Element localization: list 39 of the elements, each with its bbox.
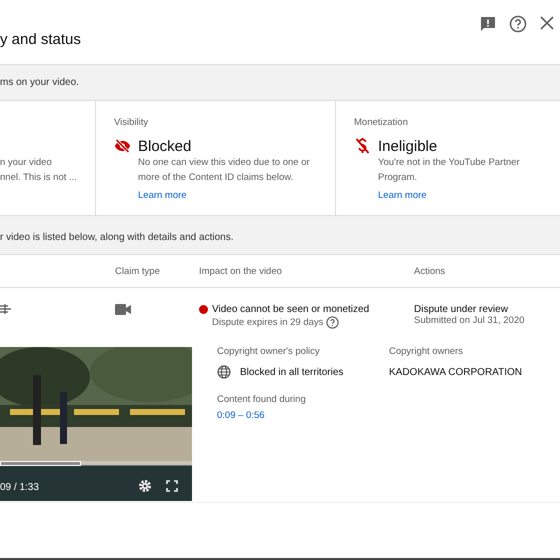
column-header: Impact on the video (199, 266, 283, 276)
column-header: Claim type (115, 266, 161, 276)
card-description: n your video (0, 156, 53, 170)
column-header: Actions (414, 266, 446, 276)
field-label: Copyright owners (389, 346, 464, 357)
progress-bar[interactable] (0, 461, 192, 466)
impact-text: Video cannot be seen or monetized (212, 304, 370, 315)
owner-name: KADOKAWA CORPORATION (389, 367, 523, 378)
field-label: Copyright owner's policy (217, 346, 321, 357)
video-player[interactable]: 09 / 1:33 (0, 347, 192, 501)
banner-text: ms on your video. (0, 77, 79, 88)
time-display: 09 / 1:33 (0, 482, 39, 493)
policy-text: Blocked in all territories (240, 366, 344, 378)
card-label: Visibility (114, 117, 150, 129)
eye-off-icon (114, 138, 131, 154)
help-icon[interactable] (326, 316, 340, 329)
learn-more-link[interactable]: Learn more (138, 190, 187, 201)
timestamp-link[interactable]: 0:09 – 0:56 (217, 410, 265, 421)
card-description: You're not in the YouTube Partner Program. (378, 156, 521, 185)
globe-icon (217, 365, 231, 379)
dialog-title: y and status (0, 31, 81, 49)
learn-more-link[interactable]: Learn more (378, 190, 427, 201)
card-heading: Ineligible (378, 138, 438, 154)
help-icon[interactable] (509, 15, 527, 33)
dollar-off-icon (354, 137, 371, 155)
card-description: No one can view this video due to one or more of the Content ID claims below. (138, 156, 311, 185)
action-status: Dispute under review (414, 304, 509, 315)
card-heading: Blocked (138, 138, 192, 154)
video-camera-icon (115, 304, 131, 315)
fullscreen-icon[interactable] (166, 480, 178, 492)
banner-text: r video is listed below, along with details and actions. (0, 232, 234, 242)
feedback-icon[interactable] (479, 15, 497, 33)
card-description: nnel. This is not ... (0, 171, 78, 185)
card-label: Monetization (354, 117, 409, 129)
field-label: Content found during (217, 394, 307, 405)
close-icon[interactable] (539, 15, 555, 31)
impact-note: Dispute expires in 29 days (212, 317, 324, 328)
settings-icon[interactable] (138, 479, 152, 493)
action-date: Submitted on Jul 31, 2020 (414, 315, 524, 326)
